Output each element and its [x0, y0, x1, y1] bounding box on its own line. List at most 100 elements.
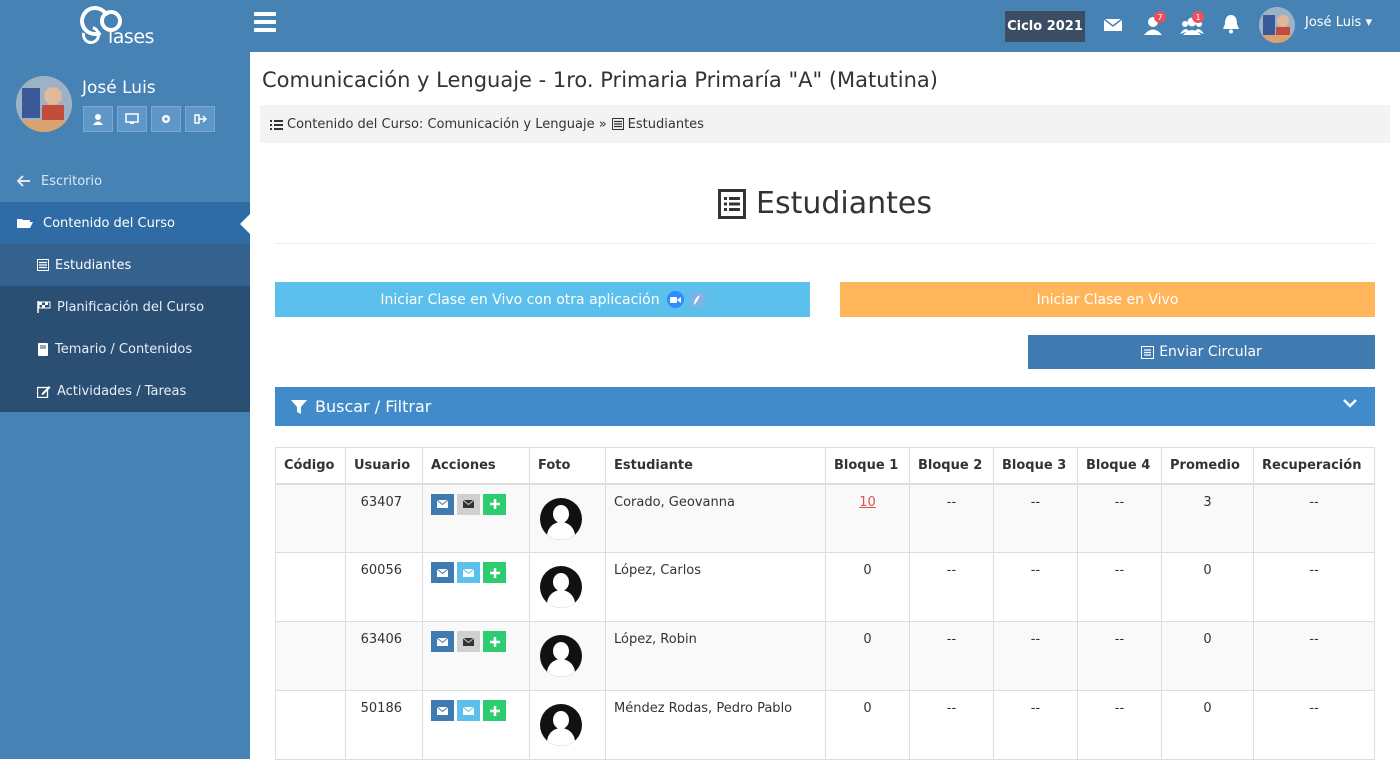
sidebar-item-actividades[interactable]: Actividades / Tareas [0, 370, 250, 412]
cell-codigo [275, 690, 346, 760]
chevron-down-icon [1343, 399, 1357, 408]
sidebar-item-label: Contenido del Curso [43, 215, 175, 231]
list-alt-icon [718, 188, 746, 219]
cell-estudiante: López, Robin [605, 621, 826, 691]
grade-link[interactable]: 10 [859, 495, 876, 510]
list-alt-icon [1141, 345, 1155, 359]
cell-recuperacion: -- [1253, 552, 1375, 622]
start-live-class-other-app-button[interactable]: Iniciar Clase en Vivo con otra aplicació… [275, 282, 810, 317]
users-icon[interactable]: 1 [1180, 11, 1204, 36]
col-codigo[interactable]: Código [275, 447, 346, 485]
col-promedio[interactable]: Promedio [1161, 447, 1254, 485]
user-badge: 7 [1154, 11, 1166, 23]
envelope-icon[interactable] [1103, 14, 1125, 36]
plus-icon [489, 567, 500, 578]
topbar-avatar[interactable] [1259, 7, 1295, 43]
cell-codigo [275, 552, 346, 622]
book-icon [38, 342, 48, 356]
sidebar-item-temario[interactable]: Temario / Contenidos [0, 328, 250, 370]
sidebar: José Luis Escritorio Contenido del Curso… [0, 52, 250, 759]
gear-icon [162, 115, 170, 123]
page-title: Comunicación y Lenguaje - 1ro. Primaria … [262, 68, 938, 92]
add-button[interactable] [483, 493, 506, 515]
cell-foto [529, 552, 606, 622]
breadcrumb-course-link[interactable]: Contenido del Curso: Comunicación y Leng… [287, 117, 607, 132]
cell-foto [529, 621, 606, 691]
goclases-logo[interactable]: lases [75, 1, 168, 48]
breadcrumb: Contenido del Curso: Comunicación y Leng… [260, 105, 1390, 143]
settings-button[interactable] [151, 106, 181, 132]
table-row: 63406 López, Robin 0 -- -- -- 0 -- [275, 621, 1375, 691]
email-button[interactable] [431, 631, 454, 652]
cell-promedio: 3 [1161, 483, 1254, 553]
ciclo-button[interactable]: Ciclo 2021 [1005, 11, 1085, 42]
table-row: 60056 López, Carlos 0 -- -- -- 0 -- [275, 552, 1375, 622]
cell-acciones [422, 483, 530, 553]
profile-button[interactable] [83, 106, 113, 132]
filter-panel-toggle[interactable]: Buscar / Filtrar [275, 387, 1375, 426]
cell-bloque1: 0 [825, 690, 910, 760]
email-button[interactable] [431, 493, 454, 515]
list-icon [270, 119, 283, 130]
envelope-icon [437, 706, 448, 715]
cell-acciones [422, 690, 530, 760]
send-circular-button[interactable]: Enviar Circular [1028, 335, 1375, 369]
table-row: 50186 Méndez Rodas, Pedro Pablo 0 -- -- … [275, 690, 1375, 760]
message-button[interactable] [457, 631, 480, 652]
envelope-icon [463, 706, 474, 715]
sidebar-item-estudiantes[interactable]: Estudiantes [0, 244, 250, 286]
logout-button[interactable] [185, 106, 215, 132]
cell-estudiante: López, Carlos [605, 552, 826, 622]
envelope-icon [463, 637, 474, 646]
add-button[interactable] [483, 631, 506, 652]
sidebar-item-label: Escritorio [41, 173, 103, 189]
sidebar-user-actions [83, 106, 215, 132]
sidebar-item-label: Actividades / Tareas [57, 383, 187, 399]
filter-label: Buscar / Filtrar [315, 397, 432, 416]
plus-icon [489, 705, 500, 716]
col-recuperacion[interactable]: Recuperación [1253, 447, 1375, 485]
message-button[interactable] [457, 700, 480, 721]
video-camera-icon [666, 291, 684, 308]
cell-bloque2: -- [909, 552, 994, 622]
col-bloque3[interactable]: Bloque 3 [993, 447, 1078, 485]
topbar-user-menu[interactable]: José Luis ▾ [1305, 15, 1372, 30]
cell-recuperacion: -- [1253, 483, 1375, 553]
add-button[interactable] [483, 562, 506, 583]
desktop-button[interactable] [117, 106, 147, 132]
cell-promedio: 0 [1161, 690, 1254, 760]
col-bloque2[interactable]: Bloque 2 [909, 447, 994, 485]
col-usuario[interactable]: Usuario [345, 447, 423, 485]
email-button[interactable] [431, 700, 454, 721]
sidebar-item-label: Planificación del Curso [57, 299, 205, 315]
envelope-icon [437, 637, 448, 646]
user-icon[interactable]: 7 [1142, 11, 1166, 36]
add-button[interactable] [483, 700, 506, 721]
cell-codigo [275, 483, 346, 553]
col-bloque4[interactable]: Bloque 4 [1077, 447, 1162, 485]
bell-icon[interactable] [1222, 14, 1244, 36]
col-acciones: Acciones [422, 447, 530, 485]
col-estudiante[interactable]: Estudiante [605, 447, 826, 485]
start-live-class-button[interactable]: Iniciar Clase en Vivo [840, 282, 1375, 317]
message-button[interactable] [457, 493, 480, 515]
sidebar-item-planificacion[interactable]: Planificación del Curso [0, 286, 250, 328]
cell-usuario: 63406 [345, 621, 423, 691]
hamburger-menu-icon[interactable] [254, 12, 276, 34]
sidebar-item-escritorio[interactable]: Escritorio [0, 160, 250, 202]
logo-text: lases [108, 26, 154, 48]
message-button[interactable] [457, 562, 480, 583]
section-heading: Estudiantes [275, 186, 1375, 221]
envelope-icon [463, 500, 474, 508]
student-avatar-icon [540, 566, 582, 608]
cell-bloque3: -- [993, 621, 1078, 691]
list-alt-icon [611, 118, 624, 130]
sidebar-menu: Escritorio Contenido del Curso Estudiant… [0, 160, 250, 412]
cell-bloque3: -- [993, 690, 1078, 760]
sidebar-item-contenido[interactable]: Contenido del Curso [0, 202, 250, 244]
cell-bloque3: -- [993, 552, 1078, 622]
email-button[interactable] [431, 562, 454, 583]
col-bloque1[interactable]: Bloque 1 [825, 447, 910, 485]
cell-acciones [422, 552, 530, 622]
cell-foto [529, 690, 606, 760]
